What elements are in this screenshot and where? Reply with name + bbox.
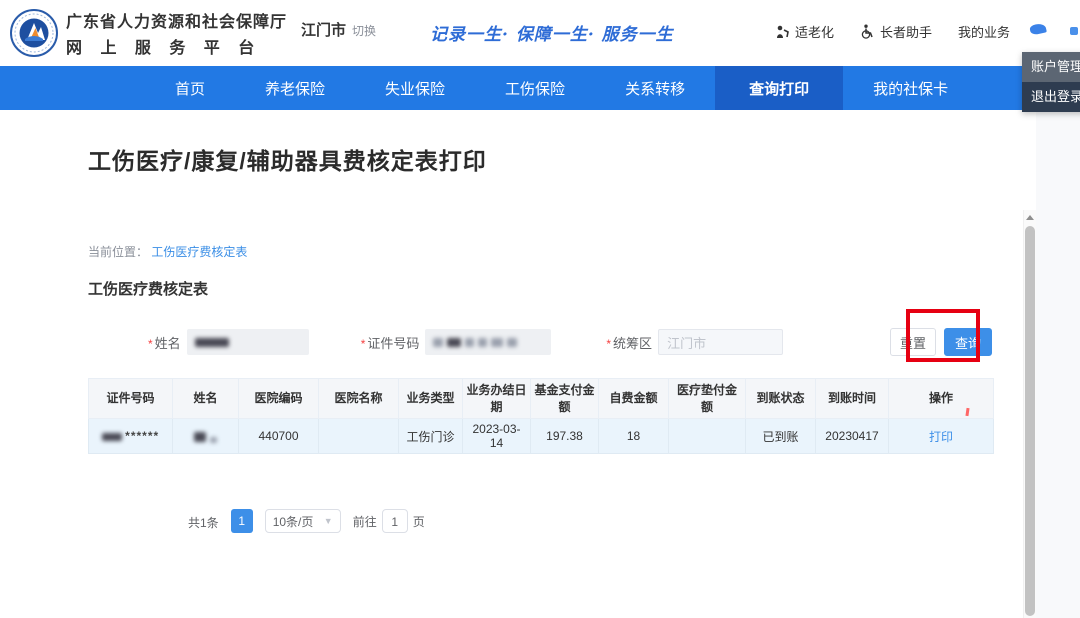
platform-name: 网 上 服 务 平 台 xyxy=(66,34,287,58)
nav-item-query-print[interactable]: 查询打印 xyxy=(715,66,843,110)
pagination-page-size-select[interactable]: 10条/页 ▼ xyxy=(265,509,341,533)
cell-self-pay: 18 xyxy=(599,419,669,454)
nav-item-social-card[interactable]: 我的社保卡 xyxy=(843,66,978,110)
col-hospital-name: 医院名称 xyxy=(319,379,399,419)
pagination-goto-suffix: 页 xyxy=(413,513,425,530)
nav-item-unemployment[interactable]: 失业保险 xyxy=(355,66,475,110)
nav-item-home[interactable]: 首页 xyxy=(145,66,235,110)
cell-hospital-name xyxy=(319,419,399,454)
pagination: 共1条 1 10条/页 ▼ 前往 1 页 xyxy=(188,509,425,533)
cell-hospital-code: 440700 xyxy=(239,419,319,454)
cell-id-number: ****** xyxy=(89,419,173,454)
table-row: ****** 440700 工伤门诊 2023-03-14 197.38 18 … xyxy=(89,419,994,454)
page-right-gutter xyxy=(1036,110,1080,618)
col-id-number: 证件号码 xyxy=(89,379,173,419)
menu-item-logout[interactable]: 退出登录 xyxy=(1022,82,1080,112)
col-fund-pay: 基金支付金额 xyxy=(531,379,599,419)
scrollbar-up-arrow[interactable] xyxy=(1024,210,1036,225)
notification-icon[interactable] xyxy=(1070,27,1078,35)
aging-mode-button[interactable]: 适老化 xyxy=(775,22,834,41)
org-name: 广东省人力资源和社会保障厅 xyxy=(66,8,287,32)
masked-name-cell xyxy=(210,437,217,443)
site-title: 广东省人力资源和社会保障厅 网 上 服 务 平 台 xyxy=(66,8,287,58)
elder-helper-label: 长者助手 xyxy=(880,22,932,41)
masked-id-value xyxy=(478,338,487,347)
region-input-disabled: 江门市 xyxy=(658,329,783,355)
page-title: 工伤医疗/康复/辅助器具费核定表打印 xyxy=(0,110,1080,176)
content-scrollbar[interactable] xyxy=(1023,210,1036,618)
masked-id-value xyxy=(465,338,474,347)
pagination-total: 共1条 xyxy=(188,509,219,531)
query-form: *姓名 *证件号码 *统筹区 江门市 重置 查询 xyxy=(0,328,1005,356)
cell-arrive-status: 已到账 xyxy=(746,419,816,454)
id-number-field-label: *证件号码 xyxy=(361,333,420,352)
masked-id-value xyxy=(507,338,517,347)
scrollbar-thumb[interactable] xyxy=(1025,226,1035,616)
id-number-input[interactable] xyxy=(425,329,551,355)
main-navbar: 首页 养老保险 失业保险 工伤保险 关系转移 查询打印 我的社保卡 xyxy=(0,66,1080,110)
breadcrumb: 当前位置： 工伤医疗费核定表 xyxy=(88,243,247,260)
main-content: 工伤医疗/康复/辅助器具费核定表打印 当前位置： 工伤医疗费核定表 工伤医疗费核… xyxy=(0,110,1080,618)
required-asterisk: * xyxy=(361,337,366,351)
my-business-link[interactable]: 我的业务 xyxy=(958,22,1010,41)
print-link[interactable]: 打印 xyxy=(929,430,953,444)
cell-action: 打印 xyxy=(889,419,994,454)
name-input[interactable] xyxy=(187,329,309,355)
annotation-highlight-box xyxy=(906,309,980,362)
nav-item-work-injury[interactable]: 工伤保险 xyxy=(475,66,595,110)
chevron-down-icon: ▼ xyxy=(324,516,333,526)
cell-advance-pay xyxy=(669,419,746,454)
aging-mode-label: 适老化 xyxy=(795,22,834,41)
col-self-pay: 自费金额 xyxy=(599,379,669,419)
slogan-text: 记录一生· 保障一生· 服务一生 xyxy=(430,20,674,45)
col-hospital-code: 医院编码 xyxy=(239,379,319,419)
user-avatar-icon[interactable] xyxy=(1029,22,1047,35)
masked-id-value xyxy=(447,338,461,347)
required-asterisk: * xyxy=(606,337,611,351)
wheelchair-icon xyxy=(860,24,875,39)
switch-city-link[interactable]: 切换 xyxy=(352,22,376,39)
pagination-page-1[interactable]: 1 xyxy=(231,509,253,533)
table-header-row: 证件号码 姓名 医院编码 医院名称 业务类型 业务办结日期 基金支付金额 自费金… xyxy=(89,379,994,419)
col-action: 操作 xyxy=(889,379,994,419)
region-field-label: *统筹区 xyxy=(606,333,652,352)
cell-name xyxy=(173,419,239,454)
my-business-label: 我的业务 xyxy=(958,22,1010,41)
col-business-type: 业务类型 xyxy=(399,379,463,419)
elder-helper-button[interactable]: 长者助手 xyxy=(860,22,932,41)
menu-item-account-management[interactable]: 账户管理 xyxy=(1022,52,1080,82)
user-dropdown-menu: 账户管理 退出登录 xyxy=(1022,52,1080,112)
col-finish-date: 业务办结日期 xyxy=(463,379,531,419)
current-city: 江门市 xyxy=(301,19,346,40)
cell-fund-pay: 197.38 xyxy=(531,419,599,454)
cell-business-type: 工伤门诊 xyxy=(399,419,463,454)
masked-id-value xyxy=(491,338,503,347)
cell-arrive-time: 20230417 xyxy=(816,419,889,454)
page-size-value: 10条/页 xyxy=(273,513,314,530)
cell-finish-date: 2023-03-14 xyxy=(463,419,531,454)
results-table: 证件号码 姓名 医院编码 医院名称 业务类型 业务办结日期 基金支付金额 自费金… xyxy=(88,378,994,454)
breadcrumb-label: 当前位置： xyxy=(88,245,148,259)
col-advance-pay: 医疗垫付金额 xyxy=(669,379,746,419)
nav-item-transfer[interactable]: 关系转移 xyxy=(595,66,715,110)
col-name: 姓名 xyxy=(173,379,239,419)
region-value: 江门市 xyxy=(667,333,706,352)
col-arrive-time: 到账时间 xyxy=(816,379,889,419)
masked-name-value xyxy=(195,338,229,347)
aging-mode-icon xyxy=(775,24,790,39)
section-title: 工伤医疗费核定表 xyxy=(88,278,208,299)
top-header: 广东省人力资源和社会保障厅 网 上 服 务 平 台 江门市 切换 记录一生· 保… xyxy=(0,0,1080,66)
required-asterisk: * xyxy=(148,337,153,351)
masked-name-cell xyxy=(194,432,206,442)
masked-id-value xyxy=(433,338,443,347)
masked-id-cell xyxy=(102,433,122,441)
breadcrumb-current-link[interactable]: 工伤医疗费核定表 xyxy=(151,245,247,259)
pagination-goto-label: 前往 xyxy=(353,513,377,530)
name-field-label: *姓名 xyxy=(148,333,181,352)
gov-logo-icon xyxy=(10,9,58,57)
col-arrive-status: 到账状态 xyxy=(746,379,816,419)
pagination-goto-input[interactable]: 1 xyxy=(382,509,408,533)
nav-item-pension[interactable]: 养老保险 xyxy=(235,66,355,110)
